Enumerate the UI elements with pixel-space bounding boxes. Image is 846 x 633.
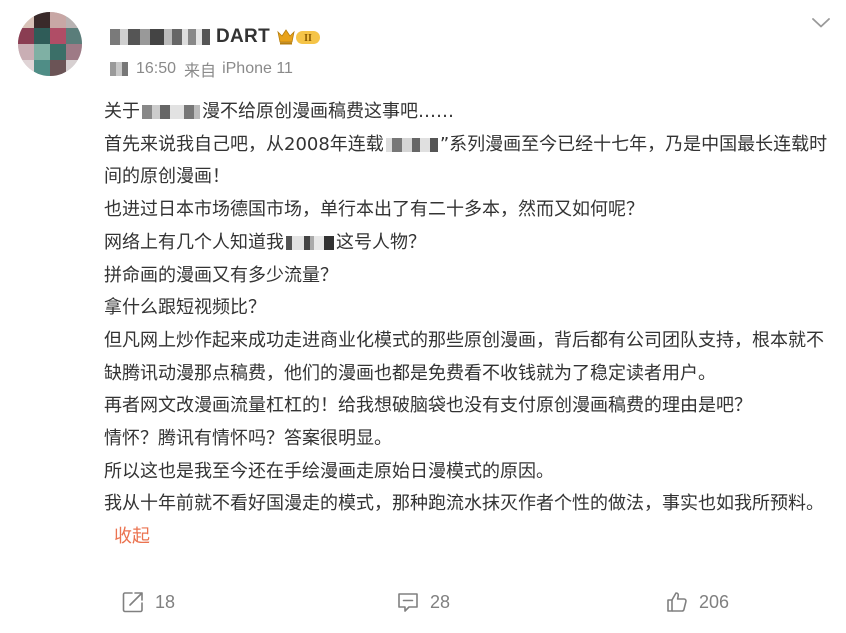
- share-count: 18: [155, 591, 176, 612]
- paragraph: 但凡网上炒作起来成功走进商业化模式的那些原创漫画，背后都有公司团队支持，根本就不…: [104, 329, 824, 384]
- meta-redacted: [110, 62, 128, 76]
- source-prefix: 来自: [184, 63, 217, 80]
- svg-text:II: II: [304, 33, 312, 44]
- comment-count: 28: [430, 591, 451, 612]
- vip-badge[interactable]: II: [276, 27, 322, 47]
- paragraph: 再者网文改漫画流量杠杠的！给我想破脑袋也没有支付原创漫画稿费的理由是吧？: [104, 395, 752, 417]
- collapse-link[interactable]: 收起: [114, 526, 150, 547]
- username[interactable]: DART: [216, 26, 270, 48]
- share-button[interactable]: 18: [121, 590, 175, 614]
- text-segment: 关于: [104, 101, 140, 122]
- crown-icon: II: [277, 29, 320, 45]
- redacted-block: [142, 105, 200, 119]
- action-bar: 18 28 206: [0, 588, 846, 620]
- paragraph: 我从十年前就不看好国漫走的模式，那种跑流水抹灭作者个性的做法，事实也如我所预料。…: [104, 488, 834, 553]
- paragraph: 关于 漫不给原创漫画稿费这事吧……: [104, 96, 834, 129]
- text-segment: 首先来说我自己吧，从2008年连载: [104, 133, 384, 155]
- paragraph: 拼命画的漫画又有多少流量？: [104, 264, 338, 286]
- username-redacted: [110, 29, 210, 45]
- share-icon: [122, 592, 143, 613]
- text-segment: 这号人物？: [336, 231, 426, 253]
- post-meta: 16:50 来自 iPhone 11: [110, 58, 293, 80]
- paragraph: 所以这也是我至今还在手绘漫画走原始日漫模式的原因。: [104, 460, 554, 482]
- thumbs-up-icon: [667, 592, 687, 612]
- paragraph: 首先来说我自己吧，从2008年连载 ”系列漫画至今已经十七年，乃是中国最长连载时间…: [104, 129, 834, 194]
- redacted-block: [385, 137, 438, 152]
- post-time[interactable]: 16:50: [136, 60, 176, 78]
- chevron-down-icon: [812, 18, 830, 28]
- paragraph: 网络上有几个人知道我 这号人物？: [104, 227, 834, 260]
- comment-icon: [398, 593, 418, 612]
- source-device: iPhone 11: [222, 60, 293, 77]
- paragraph: 也进过日本市场德国市场，单行本出了有二十多本，然而又如何呢？: [104, 199, 644, 221]
- text-segment: 网络上有几个人知道我: [104, 231, 284, 253]
- redacted-block: [286, 235, 334, 250]
- paragraph: 情怀？腾讯有情怀吗？答案很明显。: [104, 428, 392, 450]
- text-segment: 漫不给原创漫画稿费这事吧……: [202, 101, 454, 122]
- like-button[interactable]: 206: [665, 590, 729, 614]
- comment-button[interactable]: 28: [396, 590, 450, 614]
- like-count: 206: [699, 591, 730, 612]
- post-content: 关于 漫不给原创漫画稿费这事吧…… 首先来说我自己吧，从2008年连载 ”系列漫画至…: [104, 96, 834, 554]
- username-row[interactable]: DART II: [110, 22, 322, 52]
- paragraph: 拿什么跟短视频比？: [104, 297, 266, 319]
- text-segment: 我从十年前就不看好国漫走的模式，那种跑流水抹灭作者个性的做法，事实也如我所预料。: [104, 493, 824, 515]
- avatar[interactable]: [18, 12, 82, 76]
- post-menu-button[interactable]: [806, 8, 836, 38]
